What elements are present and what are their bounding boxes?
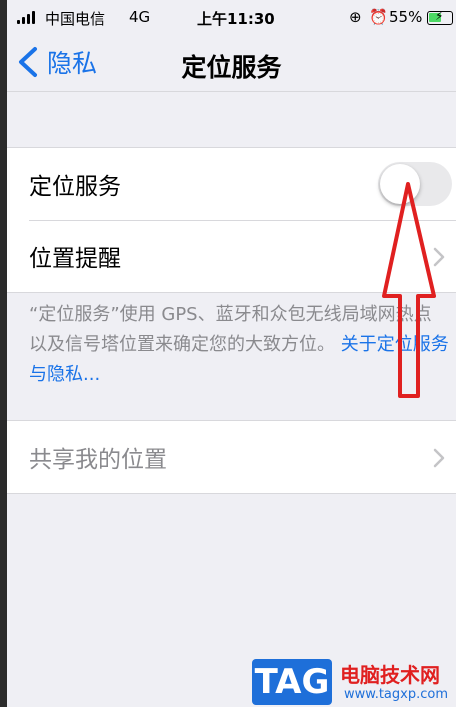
page-title: 定位服务	[181, 53, 282, 82]
alarm-icon: ⏰	[369, 8, 388, 26]
carrier-name: 中国电信	[45, 10, 106, 28]
watermark-logo: TAG	[252, 659, 332, 705]
network-type: 4G	[129, 8, 151, 26]
battery-charging-icon: ⚡	[427, 9, 453, 25]
share-location-row[interactable]: 共享我的位置	[7, 421, 456, 493]
location-services-label: 定位服务	[29, 174, 121, 200]
chevron-right-icon	[433, 448, 445, 468]
left-edge-strip	[0, 0, 7, 707]
watermark-site-name: 电脑技术网	[340, 663, 440, 687]
location-alerts-label: 位置提醒	[29, 246, 121, 272]
lock-rotation-icon: ⊕	[349, 8, 362, 26]
status-time: 上午11:30	[197, 10, 275, 28]
navigation-bar: 隐私 定位服务	[7, 36, 456, 92]
status-bar: 中国电信 4G 上午11:30 ⊕ ⏰ 55% ⚡	[7, 0, 456, 36]
share-location-group: 共享我的位置	[7, 420, 456, 494]
share-location-label: 共享我的位置	[29, 447, 167, 473]
signal-icon	[17, 11, 35, 24]
watermark: TAG 电脑技术网 www.tagxp.com	[244, 651, 456, 707]
battery-percent: 55%	[389, 8, 423, 26]
watermark-url: www.tagxp.com	[344, 687, 448, 702]
red-arrow-annotation	[382, 182, 436, 398]
